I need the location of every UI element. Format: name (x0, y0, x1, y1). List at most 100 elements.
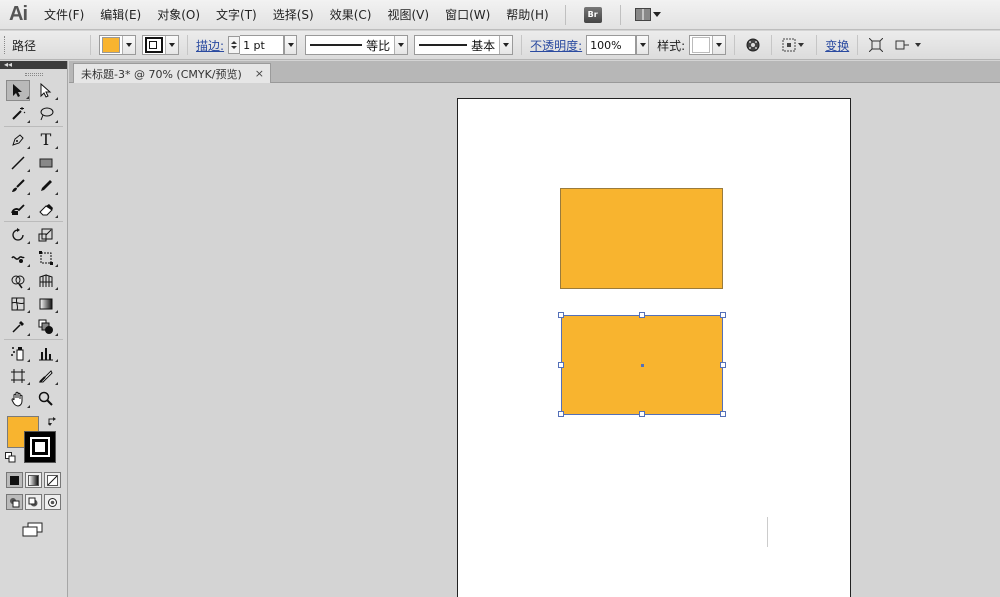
graphic-style-dropdown[interactable] (689, 35, 727, 55)
chevron-down-icon (652, 12, 661, 17)
swap-fill-stroke-icon[interactable] (47, 416, 58, 430)
close-icon[interactable]: × (255, 67, 264, 80)
draw-behind-button[interactable] (25, 494, 42, 510)
menu-file[interactable]: 文件(F) (36, 0, 92, 30)
selection-handle[interactable] (639, 312, 645, 318)
pen-tool[interactable] (6, 129, 30, 150)
selection-tool[interactable] (6, 80, 30, 101)
fill-color-dropdown[interactable] (99, 35, 137, 55)
align-options-button[interactable] (780, 35, 808, 55)
align-icon (782, 38, 805, 52)
menu-object[interactable]: 对象(O) (149, 0, 208, 30)
stroke-weight-field[interactable]: 1 pt (240, 35, 285, 55)
mesh-tool[interactable] (6, 293, 30, 314)
line-segment-tool[interactable] (6, 152, 30, 173)
hand-icon (11, 391, 23, 407)
stroke-color-dropdown[interactable] (142, 35, 180, 55)
menu-separator (564, 4, 566, 25)
menu-select[interactable]: 选择(S) (265, 0, 322, 30)
direct-selection-tool[interactable] (34, 80, 58, 101)
menu-view[interactable]: 视图(V) (379, 0, 437, 30)
opacity-dropdown[interactable] (636, 35, 650, 55)
arrange-documents-button[interactable] (634, 8, 661, 21)
menu-window[interactable]: 窗口(W) (437, 0, 498, 30)
gradient-tool[interactable] (34, 293, 58, 314)
variable-width-profile-dropdown[interactable]: 等比 (305, 35, 409, 55)
selection-handle[interactable] (720, 411, 726, 417)
selection-handle[interactable] (720, 312, 726, 318)
symbol-sprayer-tool[interactable] (6, 342, 30, 363)
menu-type[interactable]: 文字(T) (208, 0, 265, 30)
control-separator (90, 35, 92, 55)
draw-normal-button[interactable] (6, 494, 23, 510)
column-graph-tool[interactable] (34, 342, 58, 363)
rotate-icon (12, 227, 24, 241)
paintbrush-tool[interactable] (6, 175, 30, 196)
menu-bar: Ai 文件(F) 编辑(E) 对象(O) 文字(T) 选择(S) 效果(C) 视… (0, 0, 1000, 30)
selection-handle[interactable] (558, 411, 564, 417)
stroke-weight-dropdown[interactable] (284, 35, 298, 55)
brush-definition-dropdown[interactable]: 基本 (414, 35, 514, 55)
perspective-grid-tool[interactable] (34, 270, 58, 291)
isolate-icon (869, 38, 884, 52)
menu-edit[interactable]: 编辑(E) (92, 0, 149, 30)
shape-builder-tool[interactable] (6, 270, 30, 291)
tools-panel: ◂◂ T (0, 61, 68, 597)
symbol-sprayer-icon (11, 346, 24, 360)
stray-mark (767, 517, 768, 547)
type-tool[interactable]: T (34, 129, 58, 150)
default-fill-stroke-icon[interactable] (5, 452, 16, 463)
opacity-field[interactable]: 100% (586, 35, 637, 55)
rotate-tool[interactable] (6, 224, 30, 245)
lasso-tool[interactable] (34, 103, 58, 124)
document-tab[interactable]: 未标题-3* @ 70% (CMYK/预览) × (73, 63, 271, 83)
magic-wand-tool[interactable] (6, 103, 30, 124)
scale-tool[interactable] (34, 224, 58, 245)
menu-effect[interactable]: 效果(C) (322, 0, 380, 30)
gradient-mode-button[interactable] (25, 472, 42, 488)
magic-wand-icon (12, 106, 26, 120)
selection-handle[interactable] (720, 362, 726, 368)
blob-brush-tool[interactable] (6, 198, 30, 219)
color-mode-button[interactable] (6, 472, 23, 488)
warp-tool[interactable] (6, 247, 30, 268)
tools-panel-header[interactable]: ◂◂ (0, 61, 67, 69)
panel-grip[interactable] (4, 36, 8, 54)
transform-panel-link[interactable]: 变换 (825, 37, 849, 54)
selection-handle[interactable] (639, 411, 645, 417)
pencil-tool[interactable] (34, 175, 58, 196)
orange-rectangle-top[interactable] (560, 188, 723, 289)
rectangle-tool[interactable] (34, 152, 58, 173)
none-mode-button[interactable] (44, 472, 61, 488)
selection-handle[interactable] (558, 362, 564, 368)
selection-handle[interactable] (558, 312, 564, 318)
recolor-artwork-button[interactable] (743, 35, 763, 55)
draw-inside-button[interactable] (44, 494, 61, 510)
stroke-color-swatch[interactable] (24, 431, 56, 463)
orange-rectangle-selected[interactable] (558, 312, 726, 417)
paintbrush-icon (12, 178, 25, 192)
slice-tool[interactable] (34, 365, 58, 386)
stroke-panel-link[interactable]: 描边: (196, 37, 224, 54)
free-transform-tool[interactable] (34, 247, 58, 268)
zoom-tool[interactable] (34, 388, 58, 409)
blend-tool[interactable] (34, 316, 58, 337)
opacity-panel-link[interactable]: 不透明度: (530, 37, 582, 54)
canvas-area[interactable] (69, 84, 1000, 597)
screen-mode-button[interactable] (22, 522, 44, 538)
hand-tool[interactable] (6, 388, 30, 409)
stroke-weight-stepper[interactable] (228, 36, 241, 54)
eraser-tool[interactable] (34, 198, 58, 219)
artboard-tool[interactable] (6, 365, 30, 386)
more-options-button[interactable] (894, 35, 924, 55)
tools-panel-grip[interactable] (0, 69, 67, 79)
free-transform-icon (39, 250, 53, 265)
menu-help[interactable]: 帮助(H) (498, 0, 556, 30)
brush-label: 基本 (471, 38, 496, 53)
eyedropper-tool[interactable] (6, 316, 30, 337)
artboard[interactable] (457, 98, 851, 597)
isolate-button[interactable] (866, 35, 886, 55)
menu-separator (619, 4, 621, 25)
slice-icon (38, 369, 53, 383)
bridge-button[interactable]: Br (583, 6, 602, 23)
